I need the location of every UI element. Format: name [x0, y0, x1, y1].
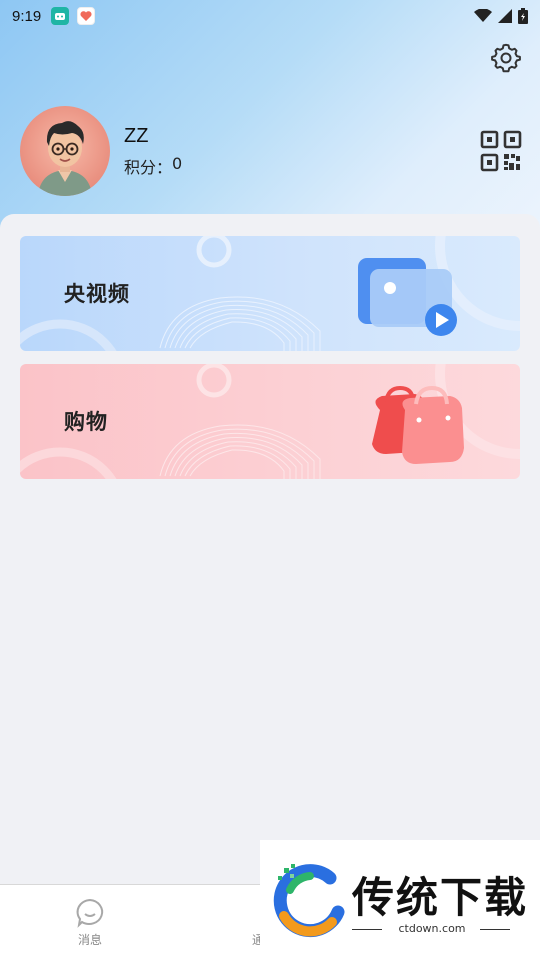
- qr-code-button[interactable]: [480, 130, 522, 172]
- watermark-text: 传统下载: [352, 873, 529, 922]
- heart-app-icon: [77, 7, 96, 25]
- shopping-bag-icon: [372, 385, 464, 464]
- video-icon: [358, 258, 457, 336]
- signal-icon: [498, 9, 512, 23]
- avatar[interactable]: [20, 106, 110, 196]
- ctdown-logo: [273, 864, 345, 938]
- app-notification-icon: [51, 7, 70, 25]
- gear-icon: [491, 43, 521, 73]
- user-name: ZZ: [124, 124, 149, 147]
- qr-code-icon: [480, 130, 522, 172]
- message-icon: [76, 898, 104, 928]
- settings-button[interactable]: [490, 42, 522, 74]
- status-indicators: [474, 8, 528, 24]
- status-time: 9:19: [12, 7, 42, 25]
- battery-icon: [518, 8, 528, 24]
- wifi-icon: [474, 9, 492, 22]
- card-shopping[interactable]: 购物: [20, 364, 520, 479]
- nav-item-messages[interactable]: 消息: [60, 897, 120, 948]
- watermark-divider: [480, 929, 510, 930]
- profile-section: ZZ 积分： 0: [20, 106, 520, 196]
- points-label: 积分：: [124, 157, 173, 177]
- avatar-illustration: [38, 121, 92, 196]
- user-points: 积分： 0: [124, 154, 182, 178]
- card-shopping-label: 购物: [64, 410, 108, 434]
- watermark: 传统下载 ctdown.com: [260, 840, 540, 960]
- points-value: 0: [172, 153, 183, 173]
- user-info: ZZ 积分： 0: [124, 125, 182, 178]
- status-bar: 9:19: [0, 0, 540, 32]
- card-video[interactable]: 央视频: [20, 236, 520, 351]
- nav-label-messages: 消息: [77, 933, 102, 947]
- card-video-label: 央视频: [64, 282, 130, 306]
